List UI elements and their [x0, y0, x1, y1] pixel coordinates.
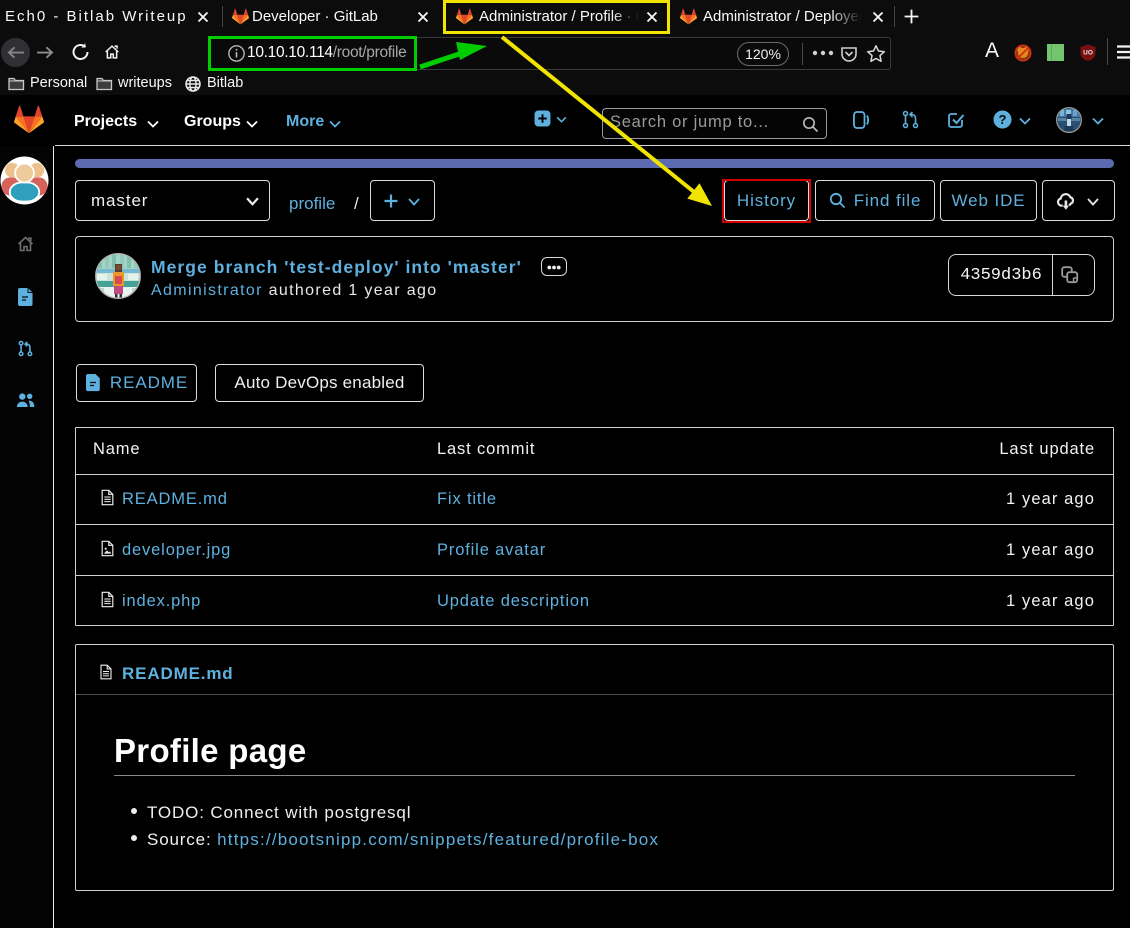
svg-text:?: ? — [999, 112, 1007, 127]
svg-text:UO: UO — [1083, 50, 1093, 57]
